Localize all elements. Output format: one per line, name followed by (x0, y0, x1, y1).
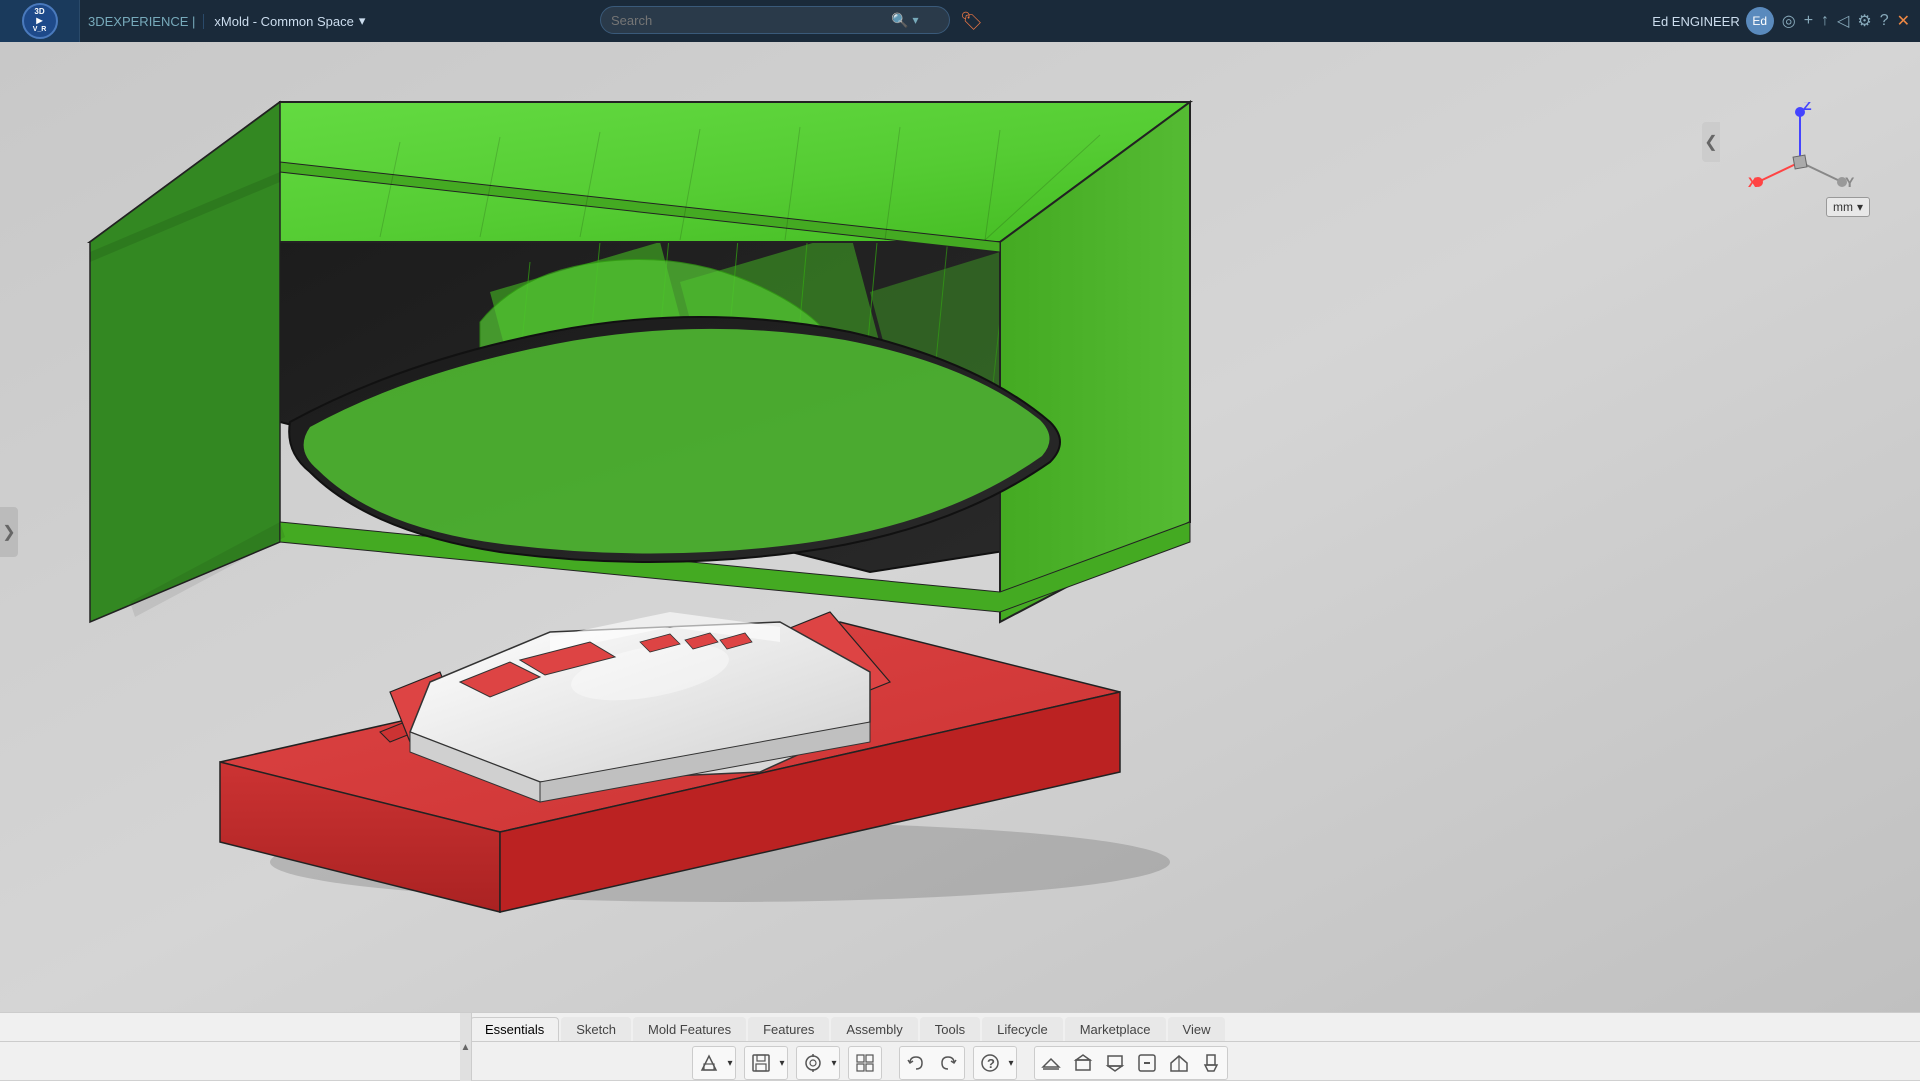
tabs-row: Essentials Sketch Mold Features Features… (0, 1013, 1920, 1042)
help-dropdown-icon[interactable]: ▾ (1006, 1047, 1016, 1079)
core-button[interactable] (1067, 1047, 1099, 1079)
insert-tool-group: ▾ (692, 1046, 736, 1080)
mold-tools-group (1034, 1046, 1228, 1080)
save-button[interactable] (745, 1047, 777, 1079)
electrode-button[interactable] (1195, 1047, 1227, 1079)
grid-tool-group (848, 1046, 882, 1080)
settings-tool-group: ▾ (796, 1046, 840, 1080)
user-label: Ed ENGINEER (1652, 14, 1739, 29)
svg-text:?: ? (987, 1056, 995, 1071)
tab-sketch[interactable]: Sketch (561, 1017, 631, 1041)
logo-icon: 3D▶V_R (22, 3, 58, 39)
cavity-button[interactable] (1099, 1047, 1131, 1079)
help-tool-group: ? ▾ (973, 1046, 1017, 1080)
tab-essentials[interactable]: Essentials (470, 1017, 559, 1041)
undo-redo-group (899, 1046, 965, 1080)
grid-button[interactable] (849, 1047, 881, 1079)
workspace-selector[interactable]: xMold - Common Space ▾ (204, 13, 375, 29)
units-selector[interactable]: mm ▾ (1826, 197, 1870, 217)
viewport[interactable]: ❯ ❮ Z X Y (0, 42, 1920, 1022)
save-tool-group: ▾ (744, 1046, 788, 1080)
insert-dropdown-icon[interactable]: ▾ (725, 1047, 735, 1079)
tab-marketplace[interactable]: Marketplace (1065, 1017, 1166, 1041)
search-bar[interactable]: 🔍 ▾ (600, 6, 950, 34)
user-section: Ed ENGINEER Ed (1652, 7, 1773, 35)
units-label: mm (1833, 200, 1853, 214)
workspace-dropdown-icon: ▾ (359, 13, 366, 29)
tools-row: ▾ ▾ ▾ (0, 1042, 1920, 1080)
help-button[interactable]: ? (974, 1047, 1006, 1079)
help-icon[interactable]: ? (1880, 12, 1889, 30)
search-dropdown-icon[interactable]: ▾ (912, 13, 918, 27)
slider-button[interactable] (1163, 1047, 1195, 1079)
app-logo[interactable]: 3D▶V_R (0, 0, 80, 42)
left-panel-toggle[interactable]: ❯ (0, 507, 18, 557)
top-bar: 3D▶V_R 3DEXPERIENCE | xMold - Common Spa… (0, 0, 1920, 42)
undo-button[interactable] (900, 1047, 932, 1079)
chevron-left-icon: ❮ (1704, 132, 1717, 152)
right-toolbar: Ed ENGINEER Ed ◎ + ↑ ◁ ⚙ ? ✕ (1652, 0, 1910, 42)
tab-features[interactable]: Features (748, 1017, 829, 1041)
tab-view[interactable]: View (1168, 1017, 1226, 1041)
compass-icon[interactable]: ◎ (1782, 11, 1796, 31)
3d-scene (0, 42, 1920, 1022)
tab-mold-features[interactable]: Mold Features (633, 1017, 746, 1041)
chevron-right-icon: ❯ (2, 522, 15, 542)
settings-dropdown-icon[interactable]: ▾ (829, 1047, 839, 1079)
collapse-icon: ▲ (461, 1042, 471, 1053)
view-settings-button[interactable] (797, 1047, 829, 1079)
user-avatar[interactable]: Ed (1746, 7, 1774, 35)
search-icon: 🔍 (891, 12, 908, 29)
tab-tools[interactable]: Tools (920, 1017, 980, 1041)
runner-button[interactable] (1131, 1047, 1163, 1079)
add-icon[interactable]: + (1804, 12, 1813, 30)
tab-assembly[interactable]: Assembly (831, 1017, 917, 1041)
parting-surface-button[interactable] (1035, 1047, 1067, 1079)
toolbar-collapse-button[interactable]: ▲ (460, 1013, 472, 1081)
cast-icon[interactable]: ◁ (1837, 11, 1849, 31)
redo-button[interactable] (932, 1047, 964, 1079)
tab-lifecycle[interactable]: Lifecycle (982, 1017, 1063, 1041)
bottom-toolbar: ▲ Essentials Sketch Mold Features Featur… (0, 1012, 1920, 1080)
insert-button[interactable] (693, 1047, 725, 1079)
workspace-label: xMold - Common Space (214, 14, 353, 29)
experience-label: 3DEXPERIENCE | (80, 14, 204, 29)
bookmark-icon[interactable]: 🏷 (960, 11, 983, 32)
share-icon[interactable]: ↑ (1821, 12, 1829, 30)
search-input[interactable] (611, 13, 891, 28)
settings-icon[interactable]: ⚙ (1857, 11, 1871, 31)
save-dropdown-icon[interactable]: ▾ (777, 1047, 787, 1079)
right-panel-collapse[interactable]: ❮ (1702, 122, 1720, 162)
close-icon[interactable]: ✕ (1897, 11, 1910, 31)
units-dropdown-icon: ▾ (1857, 200, 1863, 214)
